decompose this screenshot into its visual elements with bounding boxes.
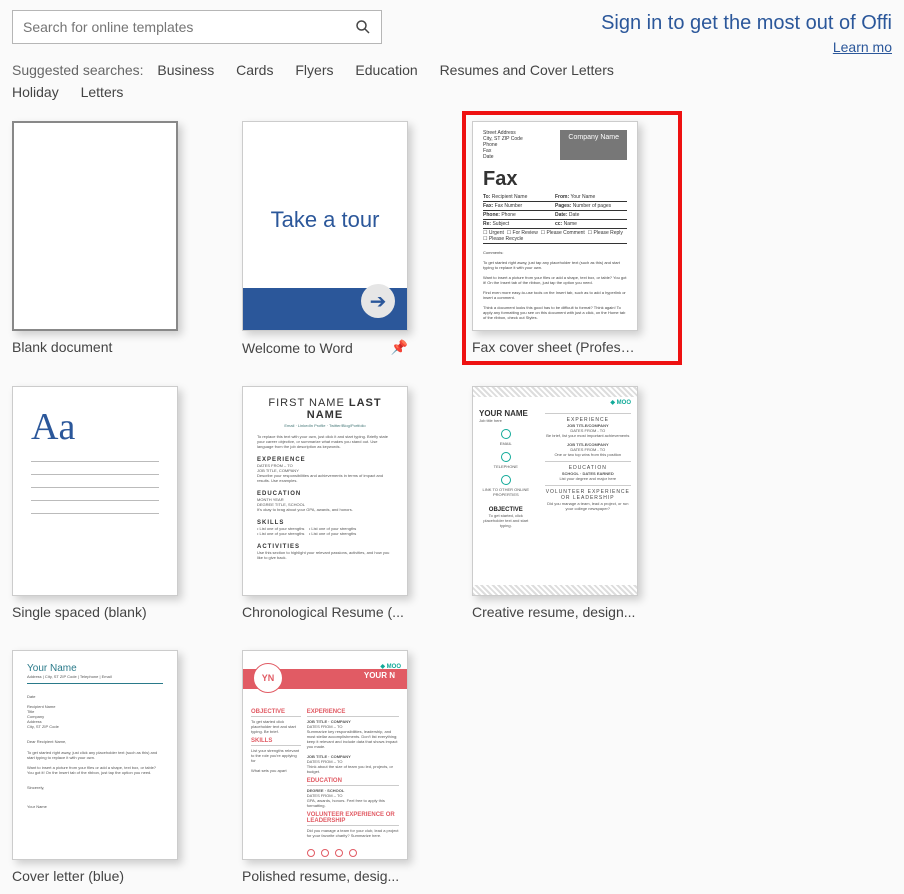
template-polished-resume[interactable]: ◆ MOO YN YOUR N OBJECTIVE To get started…: [242, 650, 442, 884]
template-single-spaced[interactable]: Aa Single spaced (blank): [12, 386, 212, 620]
template-label: Cover letter (blue): [12, 868, 178, 884]
template-label: Polished resume, desig...: [242, 868, 408, 884]
template-thumb: Aa: [12, 386, 178, 596]
suggested-link-letters[interactable]: Letters: [81, 84, 124, 100]
template-creative-resume[interactable]: ◆ MOO YOUR NAME Job title here EMAIL TEL…: [472, 386, 672, 620]
template-welcome-to-word[interactable]: Take a tour ➔ Welcome to Word 📌: [242, 121, 442, 356]
template-thumb: [12, 121, 178, 331]
resume-name: FIRST NAME LAST NAME: [257, 397, 393, 421]
fax-title: Fax: [483, 168, 627, 191]
fax-company: Company Name: [560, 130, 627, 160]
arrow-right-icon: ➔: [361, 284, 395, 318]
tour-heading: Take a tour: [243, 207, 407, 233]
template-thumb: Street AddressCity, ST ZIP CodePhoneFaxD…: [472, 121, 638, 331]
learn-more-link[interactable]: Learn mo: [601, 39, 892, 55]
search-input[interactable]: [13, 11, 345, 43]
suggested-link-holiday[interactable]: Holiday: [12, 84, 59, 100]
template-chronological-resume[interactable]: FIRST NAME LAST NAME Email · LinkedIn Pr…: [242, 386, 442, 620]
fax-address: Street AddressCity, ST ZIP CodePhoneFaxD…: [483, 130, 523, 160]
resume-name: YOUR NAME: [479, 409, 533, 418]
template-label: Single spaced (blank): [12, 604, 178, 620]
fax-body: Comments:To get started right away, just…: [483, 250, 627, 320]
template-thumb: Take a tour ➔: [242, 121, 408, 331]
search-button[interactable]: [345, 11, 381, 43]
template-label: Welcome to Word: [242, 340, 385, 356]
suggested-link-education[interactable]: Education: [355, 62, 417, 78]
moo-logo: ◆ MOO: [610, 399, 631, 406]
template-thumb: FIRST NAME LAST NAME Email · LinkedIn Pr…: [242, 386, 408, 596]
template-thumb: ◆ MOO YOUR NAME Job title here EMAIL TEL…: [472, 386, 638, 596]
resume-name: YOUR N: [364, 671, 395, 680]
template-label: Creative resume, design...: [472, 604, 638, 620]
sign-in-link[interactable]: Sign in to get the most out of Offi: [601, 12, 892, 34]
aa-sample: Aa: [31, 405, 177, 449]
highlight-box: Street AddressCity, ST ZIP CodePhoneFaxD…: [462, 111, 682, 365]
suggested-link-flyers[interactable]: Flyers: [295, 62, 333, 78]
suggested-link-resumes[interactable]: Resumes and Cover Letters: [440, 62, 614, 78]
template-fax-cover-sheet[interactable]: Street AddressCity, ST ZIP CodePhoneFaxD…: [472, 121, 672, 356]
suggested-link-business[interactable]: Business: [157, 62, 214, 78]
suggested-link-cards[interactable]: Cards: [236, 62, 273, 78]
template-label: Chronological Resume (...: [242, 604, 408, 620]
search-box[interactable]: [12, 10, 382, 44]
resume-contact: Email · LinkedIn Profile · Twitter/Blog/…: [257, 423, 393, 428]
template-label: Fax cover sheet (Profess...: [472, 339, 638, 355]
suggested-searches: Suggested searches: Business Cards Flyer…: [0, 55, 904, 111]
template-blank-document[interactable]: Blank document: [12, 121, 212, 356]
template-cover-letter-blue[interactable]: Your Name Address | City, ST ZIP Code | …: [12, 650, 212, 884]
suggested-label: Suggested searches:: [12, 62, 144, 78]
template-thumb: ◆ MOO YN YOUR N OBJECTIVE To get started…: [242, 650, 408, 860]
template-label: Blank document: [12, 339, 178, 355]
template-gallery: Blank document Take a tour ➔ Welcome to …: [0, 111, 904, 894]
initials-badge: YN: [253, 663, 283, 693]
cover-name: Your Name: [27, 663, 163, 674]
template-thumb: Your Name Address | City, ST ZIP Code | …: [12, 650, 178, 860]
search-icon: [355, 19, 371, 35]
pin-icon[interactable]: 📌: [391, 339, 408, 356]
